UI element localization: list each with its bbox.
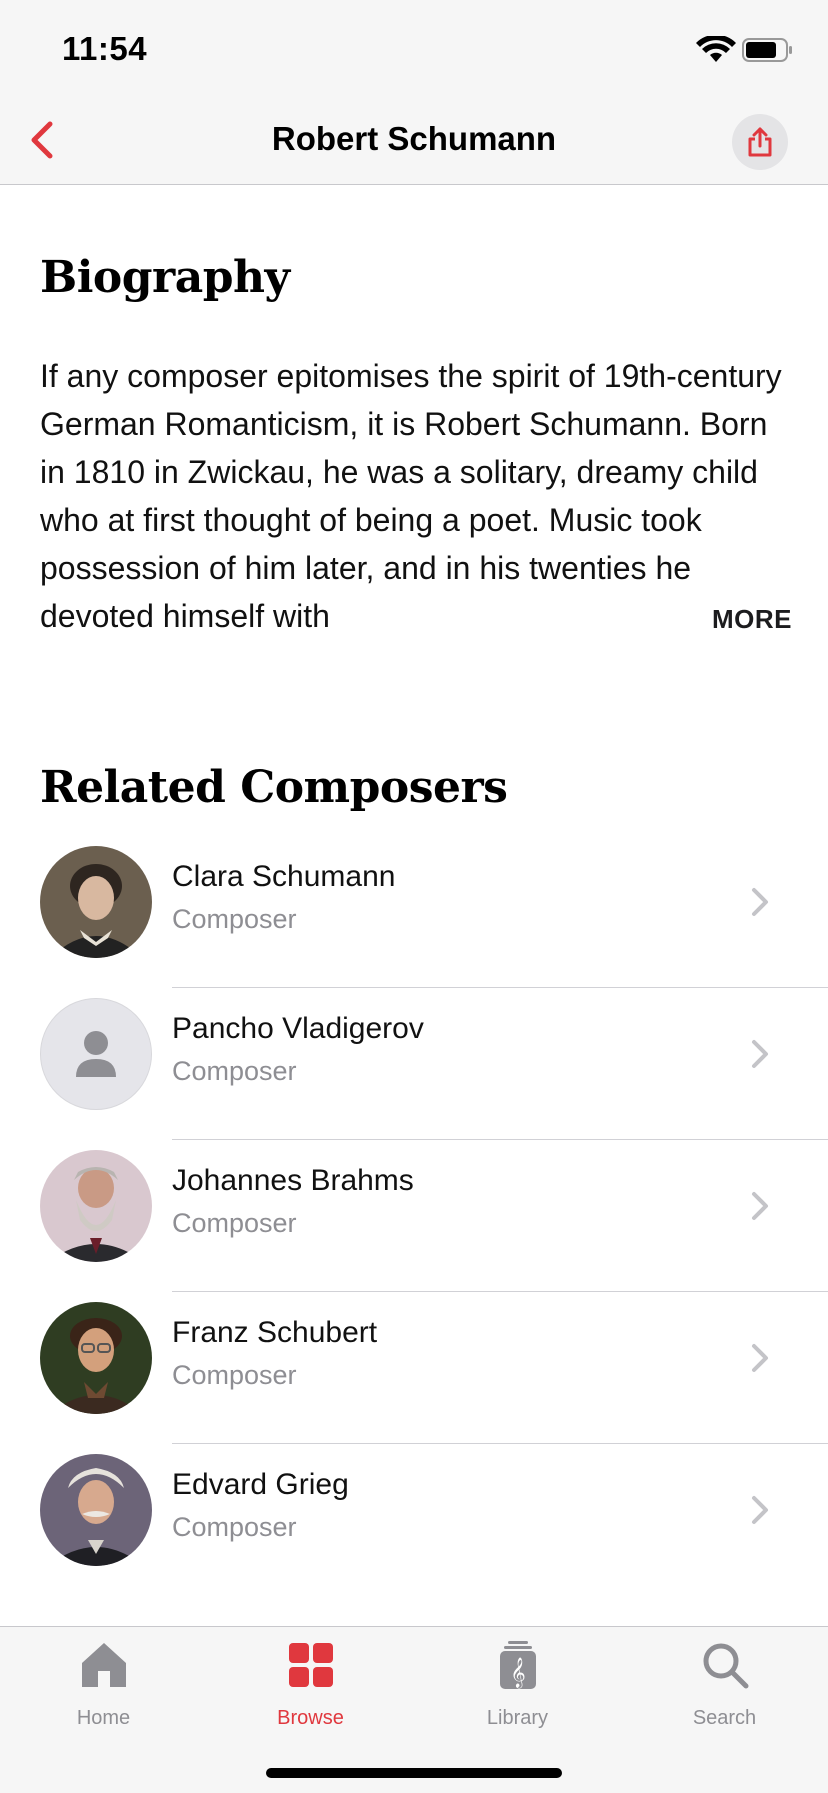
- search-icon: [703, 1643, 749, 1689]
- battery-icon: [742, 38, 792, 62]
- tab-browse[interactable]: Browse: [207, 1627, 414, 1747]
- tab-label: Library: [486, 1707, 549, 1729]
- status-bar: 11:54: [0, 0, 828, 96]
- status-time: 11:54: [62, 30, 148, 67]
- tab-label: Search: [692, 1707, 757, 1729]
- avatar: [40, 1454, 152, 1566]
- composer-row-clara-schumann[interactable]: Clara Schumann Composer: [0, 836, 828, 988]
- biography-heading: Biography: [40, 252, 290, 303]
- wifi-icon: [696, 36, 736, 62]
- chevron-right-icon: [752, 888, 768, 916]
- svg-text:𝄞: 𝄞: [510, 1657, 525, 1689]
- composer-role: Composer: [172, 1056, 297, 1086]
- portrait-image: [40, 1454, 152, 1566]
- composer-row-franz-schubert[interactable]: Franz Schubert Composer: [0, 1292, 828, 1444]
- portrait-image: [40, 1302, 152, 1414]
- chevron-right-icon: [752, 1040, 768, 1068]
- chevron-right-icon: [752, 1496, 768, 1524]
- composer-name: Clara Schumann: [172, 860, 396, 893]
- composer-name: Edvard Grieg: [172, 1468, 349, 1501]
- avatar: [40, 1302, 152, 1414]
- page-title: Robert Schumann: [271, 120, 557, 157]
- composer-row-johannes-brahms[interactable]: Johannes Brahms Composer: [0, 1140, 828, 1292]
- composer-role: Composer: [172, 1360, 297, 1390]
- composer-row-edvard-grieg[interactable]: Edvard Grieg Composer: [0, 1444, 828, 1596]
- library-icon: 𝄞: [500, 1641, 536, 1689]
- avatar: [40, 846, 152, 958]
- grid-icon: [289, 1643, 333, 1687]
- composer-role: Composer: [172, 1208, 297, 1238]
- tab-search[interactable]: Search: [621, 1627, 828, 1747]
- home-indicator: [266, 1768, 562, 1778]
- composer-name: Franz Schubert: [172, 1316, 378, 1349]
- tab-label: Browse: [277, 1707, 344, 1729]
- more-button[interactable]: MORE: [712, 604, 792, 635]
- chevron-right-icon: [752, 1344, 768, 1372]
- avatar-placeholder: [40, 998, 152, 1110]
- composer-name: Pancho Vladigerov: [172, 1012, 424, 1045]
- chevron-right-icon: [752, 1192, 768, 1220]
- navigation-bar: Robert Schumann: [0, 96, 828, 185]
- related-composers-heading: Related Composers: [40, 762, 508, 813]
- composer-role: Composer: [172, 904, 297, 934]
- biography-fade: [604, 592, 700, 640]
- tab-label: Home: [76, 1707, 131, 1729]
- person-icon: [76, 1031, 116, 1077]
- share-icon: [748, 127, 772, 157]
- home-icon: [82, 1643, 126, 1687]
- composer-name: Johannes Brahms: [172, 1164, 414, 1197]
- composer-row-pancho-vladigerov[interactable]: Pancho Vladigerov Composer: [0, 988, 828, 1140]
- composer-role: Composer: [172, 1512, 297, 1542]
- share-button[interactable]: [732, 114, 788, 170]
- portrait-image: [40, 846, 152, 958]
- portrait-image: [40, 1150, 152, 1262]
- avatar: [40, 1150, 152, 1262]
- tab-home[interactable]: Home: [0, 1627, 207, 1747]
- tab-library[interactable]: 𝄞 Library: [414, 1627, 621, 1747]
